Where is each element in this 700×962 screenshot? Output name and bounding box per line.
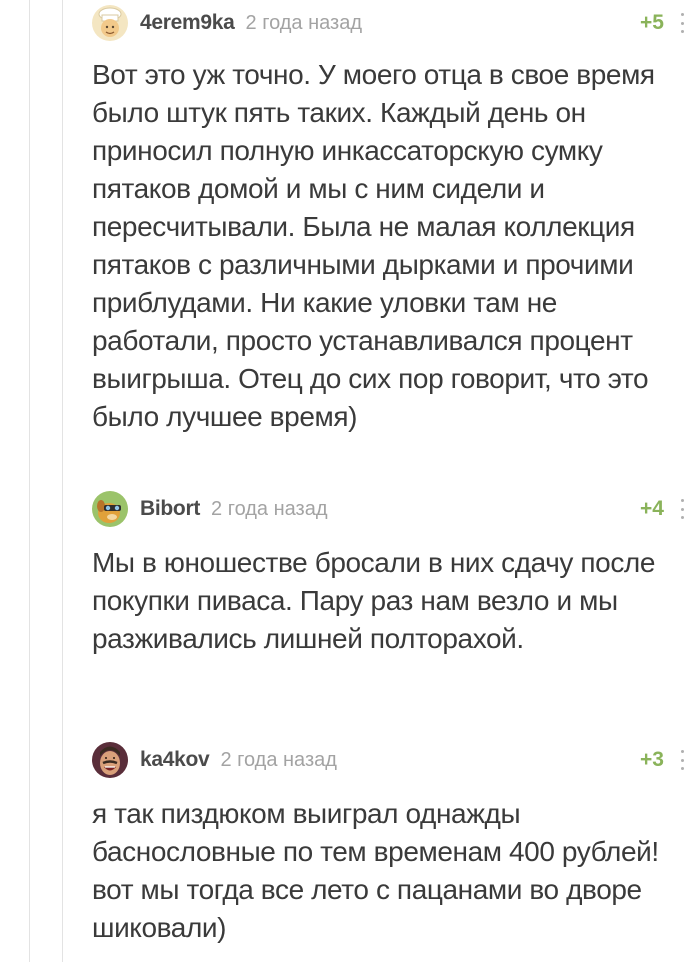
- comment-header: ka4kov 2 года назад +3: [92, 737, 686, 783]
- comment: ka4kov 2 года назад +3 я так пиздюком вы…: [92, 737, 686, 947]
- comment-text: Мы в юношестве бросали в них сдачу после…: [92, 547, 656, 654]
- comment: Bibort 2 года назад +4 Мы в юношестве бр…: [92, 486, 686, 658]
- thread-line-inner: [62, 0, 63, 962]
- author-name[interactable]: Bibort: [140, 497, 200, 521]
- comment-rating: +3: [640, 748, 664, 771]
- comment-header: Bibort 2 года назад +4: [92, 486, 686, 532]
- more-options-icon[interactable]: [678, 13, 686, 33]
- more-options-icon[interactable]: [678, 750, 686, 770]
- comment-header: 4erem9ka 2 года назад +5: [92, 0, 686, 46]
- comment-rating: +4: [640, 497, 664, 520]
- author-name[interactable]: 4erem9ka: [140, 11, 235, 35]
- comment-rating: +5: [640, 11, 664, 34]
- comment-time[interactable]: 2 года назад: [220, 749, 336, 772]
- more-options-icon[interactable]: [678, 499, 686, 519]
- comment-time[interactable]: 2 года назад: [211, 498, 327, 521]
- comment-text: я так пиздюком выиграл однажды баснослов…: [92, 798, 659, 943]
- author-name[interactable]: ka4kov: [140, 748, 210, 772]
- comment: 4erem9ka 2 года назад +5 Вот это уж точн…: [92, 0, 686, 436]
- comment-time[interactable]: 2 года назад: [246, 12, 362, 35]
- cartoon-dog-avatar-icon[interactable]: [92, 491, 128, 527]
- comment-text: Вот это уж точно. У моего отца в свое вр…: [92, 59, 655, 432]
- thread-line-outer: [29, 0, 30, 962]
- cook-avatar-icon[interactable]: [92, 5, 128, 41]
- laughing-man-avatar-icon[interactable]: [92, 742, 128, 778]
